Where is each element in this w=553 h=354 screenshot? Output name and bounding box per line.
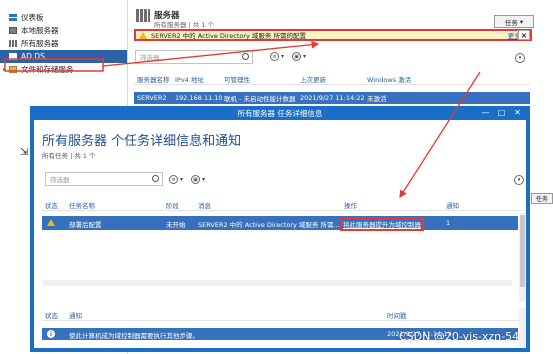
tasks-dropdown[interactable]: 任务 ▾ xyxy=(494,15,534,28)
column-header[interactable]: 状态 xyxy=(45,310,58,320)
info-icon: i xyxy=(47,330,55,338)
column-header[interactable]: IPv4 地址 xyxy=(175,74,204,84)
chevron-down-icon: ▾ xyxy=(202,176,206,183)
column-header[interactable]: 通知 xyxy=(446,200,459,210)
sidebar-item-label: AD DS xyxy=(21,52,45,61)
filter-input[interactable]: 筛选器 xyxy=(135,50,253,64)
task-details-dialog: 所有服务器 任务详细信息 — □ ✕ 所有服务器 个任务详细信息和通知 所有任务… xyxy=(30,106,530,352)
sidebar-item-label: 本地服务器 xyxy=(21,26,59,35)
table-row[interactable]: SERVER2 192.168.11.10 联机 - 未启动性能计数器 2021… xyxy=(134,92,530,104)
tasks-table-header: 状态 任务名称 阶段 消息 操作 通知 xyxy=(42,200,522,211)
server-last-update: 2021/9/27 11:14:22 xyxy=(300,94,365,102)
server-name: SERVER2 xyxy=(137,94,167,102)
chevron-down-icon: ▾ xyxy=(519,17,524,26)
dialog-title: 所有服务器 任务详细信息 xyxy=(237,108,323,118)
vertical-scrollbar[interactable] xyxy=(519,308,526,348)
save-query-button[interactable]: ▣ ▾ xyxy=(292,52,306,61)
details-table-header: 状态 通知 时间戳 xyxy=(42,310,522,321)
vertical-scrollbar[interactable] xyxy=(519,213,526,302)
sidebar-item-label: 所有服务器 xyxy=(21,39,59,48)
save-query-button[interactable]: ▣ ▾ xyxy=(191,175,205,184)
task-message: SERVER2 中的 Active Directory 域服务 所需... xyxy=(198,221,340,229)
chevron-down-icon: ▾ xyxy=(303,53,307,60)
filter-placeholder: 筛选器 xyxy=(50,176,70,184)
column-header[interactable]: 上次更新 xyxy=(300,74,326,84)
server-ip: 192.168.11.10 xyxy=(175,94,223,102)
column-header[interactable]: 可管理性 xyxy=(224,74,250,84)
search-icon[interactable] xyxy=(242,53,249,60)
chevron-down-icon[interactable]: ▾ xyxy=(514,175,524,185)
tasks-label: 任务 xyxy=(535,196,548,203)
column-header[interactable]: 状态 xyxy=(45,200,58,210)
chevron-down-icon[interactable]: ▾ xyxy=(515,53,525,63)
page-subtitle: 所有服务器 | 共 1 个 xyxy=(154,21,215,29)
dialog-body: 所有服务器 个任务详细信息和通知 所有任务 | 共 1 个 筛选器 ≡ ▾ ▣ ▾ … xyxy=(34,120,526,348)
dashboard-icon xyxy=(9,14,17,21)
save-icon: ▣ xyxy=(191,175,200,184)
scrollbar-thumb[interactable] xyxy=(520,215,525,287)
column-header[interactable]: 操作 xyxy=(344,200,357,210)
chevron-down-icon: ▾ xyxy=(281,53,285,60)
watermark-text: CSDN @20-yjs-xzn-54 xyxy=(399,330,520,343)
dialog-heading: 所有服务器 个任务详细信息和通知 xyxy=(42,134,242,149)
horizontal-scrollbar[interactable] xyxy=(42,280,512,286)
sidebar-item-all-servers[interactable]: 所有服务器 xyxy=(0,37,127,50)
warning-icon xyxy=(139,31,147,39)
filter-placeholder: 筛选器 xyxy=(140,54,160,62)
table-row[interactable]: 部署后配置 未开始 SERVER2 中的 Active Directory 域服… xyxy=(42,216,518,231)
servers-icon xyxy=(9,40,17,47)
chevron-right-icon[interactable]: ▸ xyxy=(3,66,8,73)
list-options-button[interactable]: ≡ ▾ xyxy=(169,175,183,184)
list-icon: ≡ xyxy=(169,175,178,184)
task-notification-count: 1 xyxy=(446,219,451,227)
list-icon: ≡ xyxy=(270,52,279,61)
column-header[interactable]: Windows 激活 xyxy=(367,74,411,84)
column-header[interactable]: 阶段 xyxy=(166,200,179,210)
sidebar-item-label: 仪表板 xyxy=(21,13,44,22)
sidebar-item-dashboard[interactable]: 仪表板 xyxy=(0,11,127,24)
close-icon[interactable]: × xyxy=(518,30,530,40)
sidebar-item-local-server[interactable]: 本地服务器 xyxy=(0,24,127,37)
server-icon xyxy=(9,27,17,34)
chevron-down-icon: ▾ xyxy=(180,176,184,183)
notification-text: SERVER2 中的 Active Directory 域服务 所需的配置 xyxy=(151,32,306,40)
close-icon[interactable]: ✕ xyxy=(510,107,525,118)
save-icon: ▣ xyxy=(292,52,301,61)
tasks-dropdown[interactable]: 任务 xyxy=(531,193,553,204)
column-header[interactable]: 消息 xyxy=(198,200,211,210)
warning-icon xyxy=(47,219,55,226)
column-header[interactable]: 服务器名称 xyxy=(137,74,170,84)
sidebar-item-file-storage[interactable]: ▸ 文件和存储服务 xyxy=(0,63,127,76)
sidebar-item-label: 文件和存储服务 xyxy=(21,65,74,74)
server-manageability: 联机 - 未启动性能计数器 xyxy=(224,95,296,103)
notification-bar: SERVER2 中的 Active Directory 域服务 所需的配置 更多… xyxy=(134,29,532,41)
column-header[interactable]: 任务名称 xyxy=(69,200,95,210)
server-activation: 未激活 xyxy=(367,95,387,103)
servers-icon xyxy=(136,9,150,22)
maximize-icon[interactable]: □ xyxy=(494,107,509,118)
ad-ds-icon xyxy=(9,53,17,60)
folder-icon xyxy=(9,66,17,73)
mouse-cursor-icon: ⇲ xyxy=(20,147,29,158)
search-icon[interactable] xyxy=(152,175,159,182)
list-options-button[interactable]: ≡ ▾ xyxy=(270,52,284,61)
promote-to-domain-controller-link[interactable]: 将此服务器提升为域控制器 xyxy=(340,217,424,231)
minimize-icon[interactable]: — xyxy=(478,107,493,118)
column-header[interactable]: 时间戳 xyxy=(387,310,407,320)
task-stage: 未开始 xyxy=(166,221,186,229)
tasks-label: 任务 xyxy=(504,18,518,27)
dialog-titlebar[interactable]: 所有服务器 任务详细信息 — □ ✕ xyxy=(34,106,526,120)
filter-input[interactable]: 筛选器 xyxy=(45,172,163,186)
column-header[interactable]: 通知 xyxy=(69,310,82,320)
dialog-subtitle: 所有任务 | 共 1 个 xyxy=(42,152,96,160)
sidebar-item-ad-ds[interactable]: AD DS xyxy=(0,50,127,63)
task-name: 部署后配置 xyxy=(69,221,102,229)
servers-table-header: 服务器名称 IPv4 地址 可管理性 上次更新 Windows 激活 xyxy=(134,73,530,85)
detail-text: 使此计算机成为域控制器需要执行其他步骤。 xyxy=(69,332,199,340)
